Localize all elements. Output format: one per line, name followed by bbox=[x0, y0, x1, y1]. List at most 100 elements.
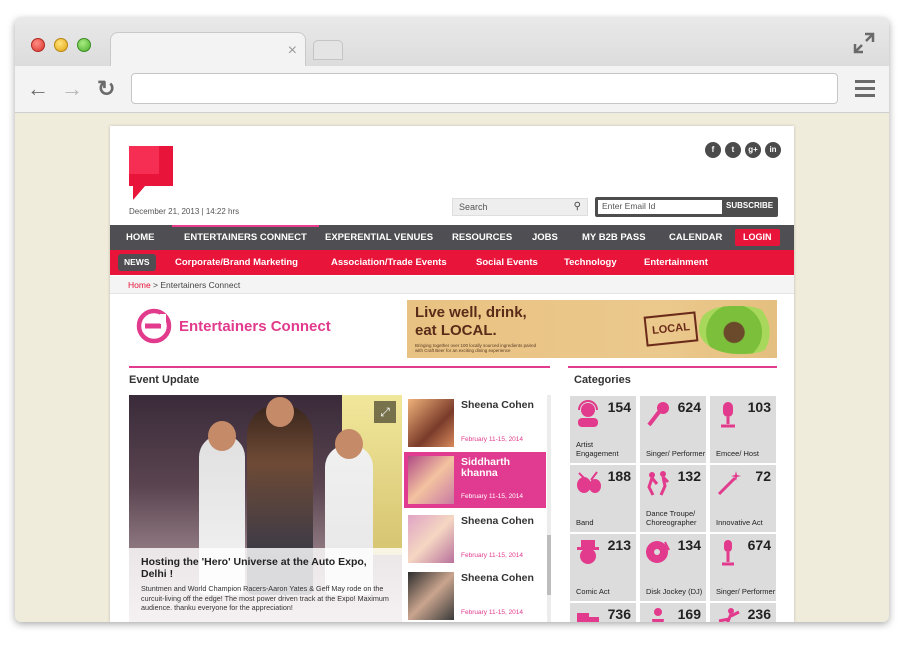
googleplus-icon[interactable]: g+ bbox=[745, 142, 761, 158]
event-list: Sheena Cohen February 11-15, 2014 Siddha… bbox=[404, 395, 554, 622]
search-input[interactable]: Search ⚲ bbox=[452, 198, 588, 216]
masks-icon bbox=[577, 613, 599, 622]
list-item[interactable]: Sheena Cohen February 11-15, 2014 bbox=[404, 568, 546, 622]
category-tile[interactable]: 154 Artist Engagement bbox=[570, 396, 636, 463]
category-count: 624 bbox=[677, 399, 701, 415]
nav-item-home[interactable]: HOME bbox=[126, 225, 155, 250]
categories-panel: Categories 154 Artist Engagement 624 Singer… bbox=[568, 366, 777, 622]
category-tile[interactable]: 624 Singer/ Performer bbox=[640, 396, 706, 463]
category-count: 132 bbox=[677, 468, 701, 484]
food-image bbox=[699, 306, 777, 354]
category-count: 674 bbox=[747, 537, 771, 553]
twitter-icon[interactable]: t bbox=[725, 142, 741, 158]
category-tile[interactable]: 103 Emcee/ Host bbox=[710, 396, 776, 463]
sub-nav: NEWS Corporate/Brand Marketing Associati… bbox=[110, 250, 794, 275]
category-label: Band bbox=[576, 518, 594, 527]
nav-item-experiential-venues[interactable]: EXPERENTIAL VENUES bbox=[325, 225, 433, 250]
category-label: Singer/ Performer bbox=[646, 449, 706, 458]
performer-icon bbox=[652, 608, 664, 622]
breadcrumb-current: Entertainers Connect bbox=[160, 280, 241, 290]
category-count: 134 bbox=[677, 537, 701, 553]
stand-mic-icon bbox=[722, 540, 734, 566]
nav-item-resources[interactable]: RESOURCES bbox=[452, 225, 512, 250]
login-button[interactable]: LOGIN bbox=[735, 229, 780, 246]
category-count: 154 bbox=[607, 399, 631, 415]
subnav-item-social[interactable]: Social Events bbox=[476, 250, 538, 275]
nav-item-my-b2b-pass[interactable]: MY B2B PASS bbox=[582, 225, 646, 250]
clown-icon bbox=[577, 540, 599, 564]
breadcrumb: Home > Entertainers Connect bbox=[110, 276, 794, 294]
facebook-icon[interactable]: f bbox=[705, 142, 721, 158]
tab-close-icon[interactable]: × bbox=[288, 42, 297, 60]
close-window-button[interactable] bbox=[31, 38, 45, 52]
web-page: December 21, 2013 | 14:22 hrs f t g+ in … bbox=[110, 126, 794, 622]
featured-title[interactable]: Hosting the 'Hero' Universe at the Auto … bbox=[141, 556, 390, 580]
dancers-icon bbox=[647, 471, 670, 496]
event-thumbnail bbox=[408, 572, 454, 620]
category-tile[interactable]: 674 Singer/ Performer bbox=[710, 534, 776, 601]
browser-menu-icon[interactable] bbox=[855, 80, 875, 98]
category-tile[interactable]: 72 Innovative Act bbox=[710, 465, 776, 532]
social-links: f t g+ in bbox=[705, 142, 781, 158]
category-count: 736 bbox=[607, 606, 631, 622]
subnav-item-technology[interactable]: Technology bbox=[564, 250, 617, 275]
browser-toolbar: ← → ↻ bbox=[15, 66, 889, 113]
email-field[interactable]: Enter Email Id bbox=[598, 200, 722, 214]
new-tab-button[interactable] bbox=[313, 40, 343, 60]
subscribe-form: Enter Email Id SUBSCRIBE bbox=[595, 197, 778, 217]
address-bar[interactable] bbox=[131, 73, 838, 104]
nav-item-entertainers-connect[interactable]: ENTERTAINERS CONNECT bbox=[172, 225, 319, 250]
expand-icon[interactable]: ⤢ bbox=[374, 401, 396, 423]
list-item[interactable]: Sheena Cohen February 11-15, 2014 bbox=[404, 395, 546, 451]
browser-tab[interactable]: × bbox=[110, 32, 306, 68]
list-item[interactable]: Siddharth khanna February 11-15, 2014 bbox=[404, 452, 546, 508]
category-tile[interactable]: 736 bbox=[570, 603, 636, 622]
category-label: Singer/ Performer bbox=[716, 587, 776, 596]
category-label: Dance Troupe/ Choreographer bbox=[646, 509, 697, 527]
microphone-icon bbox=[647, 402, 669, 427]
featured-caption: Hosting the 'Hero' Universe at the Auto … bbox=[129, 548, 402, 622]
nav-item-calendar[interactable]: CALENDAR bbox=[669, 225, 722, 250]
category-tile[interactable]: 132 Dance Troupe/ Choreographer bbox=[640, 465, 706, 532]
ad-banner[interactable]: Live well, drink, eat LOCAL. Bringing to… bbox=[407, 300, 777, 358]
event-list-scroll-thumb[interactable] bbox=[547, 535, 551, 595]
minimize-window-button[interactable] bbox=[54, 38, 68, 52]
linkedin-icon[interactable]: in bbox=[765, 142, 781, 158]
subnav-item-corporate[interactable]: Corporate/Brand Marketing bbox=[175, 250, 298, 275]
maximize-window-button[interactable] bbox=[77, 38, 91, 52]
date-time: December 21, 2013 | 14:22 hrs bbox=[129, 207, 240, 216]
page-title: Entertainers Connect bbox=[179, 318, 331, 335]
subnav-item-association[interactable]: Association/Trade Events bbox=[331, 250, 447, 275]
local-logo: LOCAL bbox=[643, 311, 699, 347]
category-tile[interactable]: 236 bbox=[710, 603, 776, 622]
category-label: Emcee/ Host bbox=[716, 449, 759, 458]
category-tile[interactable]: 188 Band bbox=[570, 465, 636, 532]
subscribe-button[interactable]: SUBSCRIBE bbox=[726, 201, 773, 210]
category-label: Artist Engagement bbox=[576, 440, 619, 458]
category-count: 103 bbox=[747, 399, 771, 415]
list-item[interactable]: Sheena Cohen February 11-15, 2014 bbox=[404, 511, 546, 567]
subnav-item-entertainment[interactable]: Entertainment bbox=[644, 250, 708, 275]
category-label: Innovative Act bbox=[716, 518, 763, 527]
headset-icon bbox=[578, 400, 598, 427]
back-arrow-icon[interactable]: ← bbox=[27, 78, 49, 100]
category-count: 188 bbox=[607, 468, 631, 484]
fullscreen-icon[interactable] bbox=[853, 32, 875, 54]
search-icon[interactable]: ⚲ bbox=[574, 201, 581, 212]
category-tile[interactable]: 169 bbox=[640, 603, 706, 622]
forward-arrow-icon[interactable]: → bbox=[61, 78, 83, 100]
nav-item-jobs[interactable]: JOBS bbox=[532, 225, 558, 250]
category-tile[interactable]: 213 Comic Act bbox=[570, 534, 636, 601]
studio-mic-icon bbox=[721, 402, 735, 428]
featured-event[interactable]: ⤢ Hosting the 'Hero' Universe at the Aut… bbox=[129, 395, 402, 622]
event-update-divider bbox=[129, 366, 550, 368]
reload-icon[interactable]: ↻ bbox=[97, 78, 115, 100]
event-update-title: Event Update bbox=[129, 374, 200, 386]
drums-icon bbox=[577, 471, 601, 493]
site-logo[interactable] bbox=[129, 146, 173, 200]
turntable-icon bbox=[646, 541, 670, 563]
category-tile[interactable]: 134 Disk Jockey (DJ) bbox=[640, 534, 706, 601]
breadcrumb-home-link[interactable]: Home bbox=[128, 280, 151, 290]
entertainers-connect-icon bbox=[136, 308, 172, 344]
magic-wand-icon bbox=[717, 471, 741, 496]
